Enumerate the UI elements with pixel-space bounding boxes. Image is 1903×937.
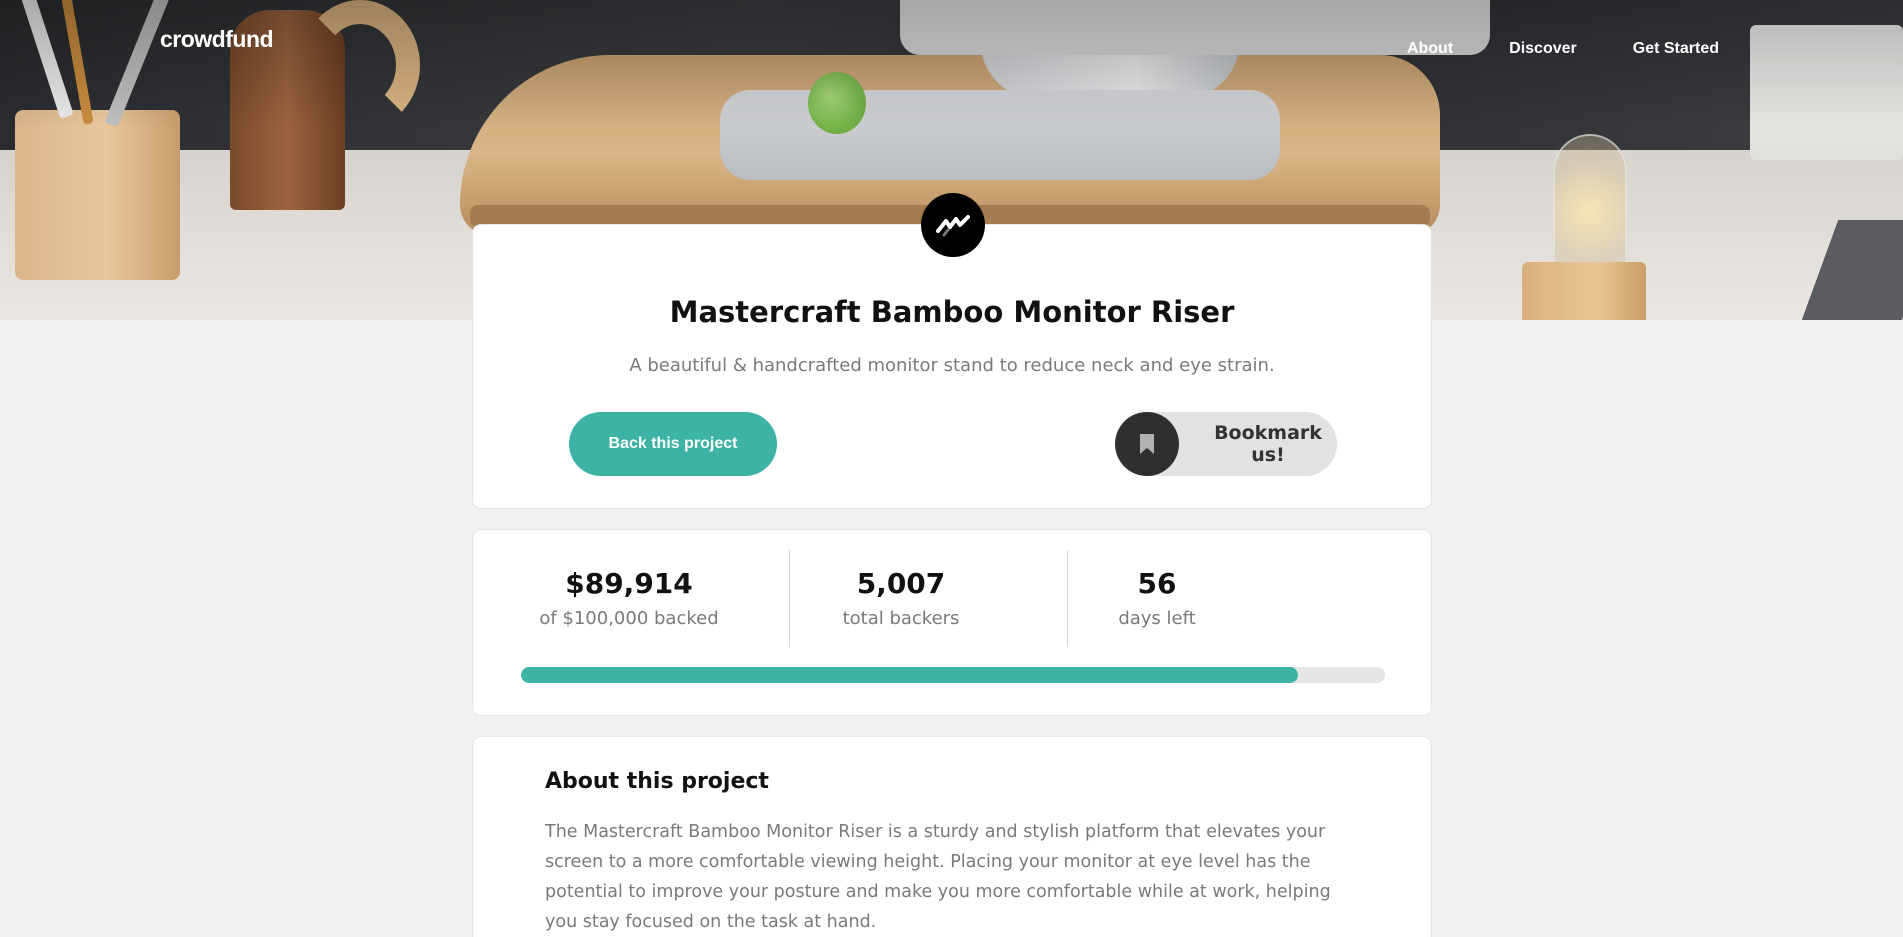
backers-count: 5,007 (856, 567, 946, 600)
stat-days: 56 days left (1057, 567, 1257, 629)
funding-progress-bar (521, 667, 1385, 683)
about-text: The Mastercraft Bamboo Monitor Riser is … (545, 822, 1331, 932)
project-stats-card: $89,914 of $100,000 backed 5,007 total b… (472, 529, 1432, 716)
nav-discover-link[interactable]: Discover (1509, 40, 1577, 58)
nav-get-started-link[interactable]: Get Started (1633, 40, 1719, 58)
bookmark-icon (1115, 412, 1179, 476)
stat-divider (789, 550, 790, 647)
site-logo[interactable]: crowdfund (160, 26, 274, 53)
back-project-button[interactable]: Back this project (569, 412, 777, 476)
days-label: days left (1118, 608, 1196, 629)
nav-about-link[interactable]: About (1407, 40, 1453, 58)
mastercraft-logo-icon (921, 193, 985, 257)
backers-label: total backers (842, 608, 960, 629)
project-intro-card: Mastercraft Bamboo Monitor Riser A beaut… (472, 193, 1432, 509)
stat-backers: 5,007 total backers (801, 567, 1001, 629)
main-nav: About Discover Get Started (1407, 40, 1719, 58)
funding-progress-fill (521, 667, 1298, 683)
project-subtitle: A beautiful & handcrafted monitor stand … (629, 355, 1275, 376)
about-title: About this project (545, 769, 769, 794)
about-project-card: About this project The Mastercraft Bambo… (472, 736, 1432, 937)
stat-backed: $89,914 of $100,000 backed (529, 567, 729, 629)
backed-amount: $89,914 (565, 567, 693, 600)
backed-label: of $100,000 backed (539, 608, 719, 629)
bookmark-label: Bookmark us! (1214, 422, 1322, 466)
project-title: Mastercraft Bamboo Monitor Riser (669, 295, 1235, 329)
days-count: 56 (1137, 567, 1177, 600)
bookmark-button[interactable]: Bookmark us! (1115, 412, 1337, 476)
